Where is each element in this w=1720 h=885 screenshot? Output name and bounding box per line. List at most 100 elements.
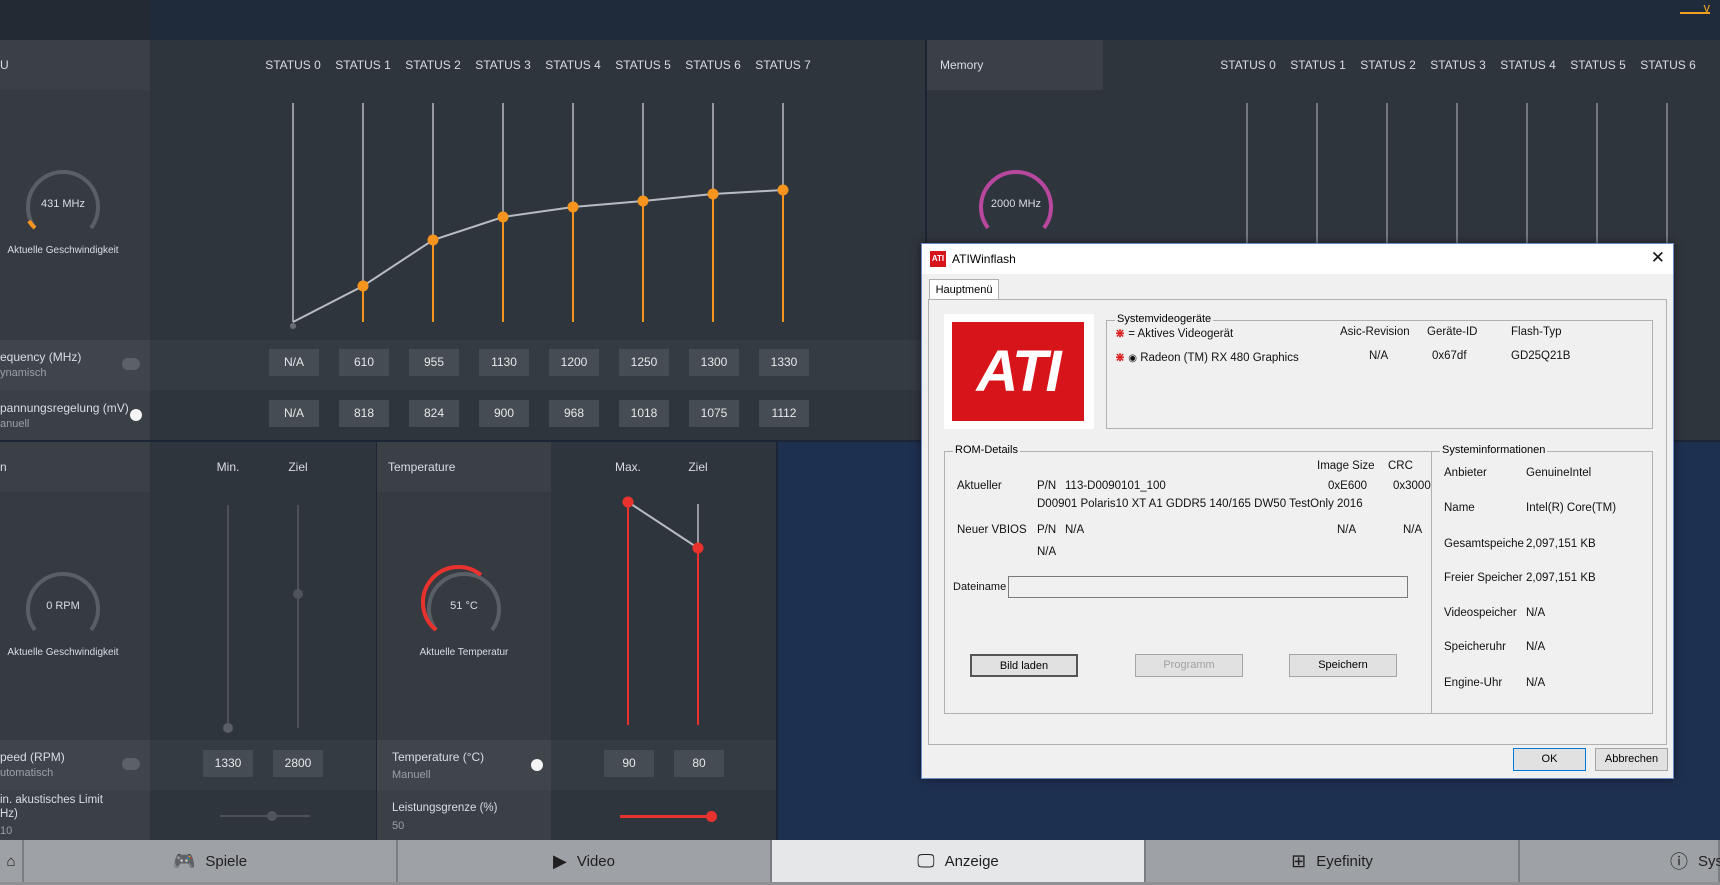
current-size: 0xE600 — [1328, 480, 1368, 492]
fan-speed-label: peed (RPM) — [0, 750, 65, 764]
nav-item[interactable]: 🎮 Spiele — [24, 840, 398, 882]
temp-max-cell[interactable]: 90 — [604, 750, 654, 777]
save-button[interactable]: Speichern — [1289, 654, 1397, 677]
sysvideo-title: Systemvideogeräte — [1115, 313, 1214, 325]
freq-cell[interactable]: 610 — [339, 349, 389, 376]
cancel-button[interactable]: Abbrechen — [1595, 748, 1668, 771]
acoustic-slider-thumb[interactable] — [267, 811, 277, 821]
active-device-legend: ⋇ = Aktives Videogerät — [1115, 326, 1233, 340]
warning-underline — [1680, 12, 1710, 14]
sysinfo-group: Systeminformationen Anbieter GenuineInte… — [1431, 444, 1653, 714]
current-pn: 113-D0090101_100 — [1065, 480, 1166, 492]
volt-cell[interactable]: N/A — [269, 400, 319, 427]
fan-speed-min[interactable]: 1330 — [203, 750, 253, 777]
temperature-header: Temperature — [388, 460, 456, 474]
volt-cell[interactable]: 968 — [549, 400, 599, 427]
gpu-state-tab[interactable]: STATUS 6 — [680, 58, 746, 72]
gpu-state-tab[interactable]: STATUS 1 — [330, 58, 396, 72]
freq-cell[interactable]: N/A — [269, 349, 319, 376]
temperature-gauge-label: Aktuelle Temperatur — [419, 647, 509, 658]
volt-cell[interactable]: 900 — [479, 400, 529, 427]
load-image-button[interactable]: Bild laden — [970, 654, 1078, 677]
temp-target-cell[interactable]: 80 — [674, 750, 724, 777]
freq-cell[interactable]: 1300 — [689, 349, 739, 376]
power-limit-slider-thumb[interactable] — [706, 811, 717, 822]
device-id: 0x67df — [1432, 350, 1467, 362]
info-icon: ⓘ — [1670, 852, 1688, 872]
freq-cell[interactable]: 1130 — [479, 349, 529, 376]
nav-item[interactable]: ▶ Video — [398, 840, 772, 882]
memory-state-tab[interactable]: STATUS 6 — [1635, 58, 1701, 72]
freq-cell[interactable]: 955 — [409, 349, 459, 376]
temperature-curve[interactable] — [600, 490, 720, 730]
fan-min-label: Min. — [216, 460, 240, 474]
ati-app-icon: ATI — [930, 251, 946, 267]
gpu-state-tab[interactable]: STATUS 5 — [610, 58, 676, 72]
voltage-toggle[interactable] — [130, 409, 142, 421]
close-icon[interactable]: ✕ — [1651, 248, 1665, 268]
gpu-state-tab[interactable]: STATUS 4 — [540, 58, 606, 72]
gpu-state-tab[interactable]: STATUS 3 — [470, 58, 536, 72]
memory-state-tab[interactable]: STATUS 4 — [1495, 58, 1561, 72]
volt-cell[interactable]: 824 — [409, 400, 459, 427]
fan-target-label: Ziel — [288, 460, 308, 474]
fan-curve[interactable] — [200, 500, 320, 740]
memory-state-tab[interactable]: STATUS 0 — [1215, 58, 1281, 72]
fan-speed-toggle[interactable] — [122, 758, 140, 770]
gamepad-icon: 🎮 — [172, 850, 196, 871]
power-limit-label: Leistungsgrenze (%) — [392, 802, 498, 814]
sysinfo-key: Videospeicher — [1444, 607, 1517, 619]
power-limit-slider[interactable] — [620, 815, 712, 818]
top-bar — [0, 0, 1720, 40]
temp-max-label: Max. — [614, 460, 641, 474]
nav-item[interactable]: 🖵 Anzeige — [772, 840, 1146, 882]
memory-gauge-value: 2000 MHz — [990, 198, 1042, 210]
volt-cell[interactable]: 1018 — [619, 400, 669, 427]
dialog-titlebar[interactable] — [922, 244, 1673, 274]
sysinfo-value: N/A — [1526, 641, 1546, 653]
device-name: Radeon (TM) RX 480 Graphics — [1140, 352, 1299, 364]
col-image-size: Image Size — [1317, 460, 1375, 472]
volt-cell[interactable]: 1112 — [759, 400, 809, 427]
device-asic: N/A — [1369, 350, 1389, 362]
gpu-state-tab[interactable]: STATUS 0 — [260, 58, 326, 72]
gpu-state-tab[interactable]: STATUS 7 — [750, 58, 816, 72]
temperature-gauge-value: 51 °C — [450, 600, 478, 612]
freq-cell[interactable]: 1200 — [549, 349, 599, 376]
freq-cell[interactable]: 1250 — [619, 349, 669, 376]
current-crc: 0x3000 — [1393, 480, 1431, 492]
sysinfo-value: 2,097,151 KB — [1526, 572, 1596, 584]
new-crc: N/A — [1403, 524, 1423, 536]
temperature-toggle[interactable] — [531, 759, 543, 771]
gpu-state-tabs: STATUS 0 STATUS 1 STATUS 2 STATUS 3 STAT… — [260, 58, 820, 74]
frequency-label: equency (MHz) — [0, 350, 82, 364]
acoustic-slider[interactable] — [220, 815, 310, 817]
volt-cell[interactable]: 1075 — [689, 400, 739, 427]
freq-cell[interactable]: 1330 — [759, 349, 809, 376]
frequency-toggle[interactable] — [122, 358, 140, 370]
nav-item[interactable]: ⊞ Eyefinity — [1146, 840, 1520, 882]
filename-input[interactable] — [1008, 576, 1408, 598]
radio-selected-icon[interactable]: ◉ — [1128, 353, 1137, 364]
sysinfo-key: Speicheruhr — [1444, 641, 1507, 653]
memory-state-tab[interactable]: STATUS 3 — [1425, 58, 1491, 72]
fan-speed-target[interactable]: 2800 — [273, 750, 323, 777]
current-label: Aktueller — [957, 480, 1002, 492]
new-pn-label: P/N — [1037, 524, 1057, 536]
memory-state-tab[interactable]: STATUS 1 — [1285, 58, 1351, 72]
new-size: N/A — [1337, 524, 1357, 536]
active-device-icon: ⋇ — [1115, 326, 1126, 340]
gpu-state-tab[interactable]: STATUS 2 — [400, 58, 466, 72]
power-limit-value: 50 — [392, 820, 405, 832]
tab-main-menu[interactable]: Hauptmenü — [929, 279, 999, 300]
program-button[interactable]: Programm — [1135, 654, 1243, 677]
home-button[interactable]: ⌂ — [0, 840, 24, 882]
memory-state-tab[interactable]: STATUS 2 — [1355, 58, 1421, 72]
memory-state-tab[interactable]: STATUS 5 — [1565, 58, 1631, 72]
ok-button[interactable]: OK — [1513, 748, 1586, 771]
power-limit-label-cell — [377, 790, 551, 840]
volt-cell[interactable]: 818 — [339, 400, 389, 427]
device-row[interactable]: ⋇ ◉ Radeon (TM) RX 480 Graphics — [1115, 350, 1299, 364]
nav-item[interactable]: ⓘ Sys — [1520, 840, 1720, 882]
gpu-clock-curve[interactable] — [260, 90, 820, 330]
